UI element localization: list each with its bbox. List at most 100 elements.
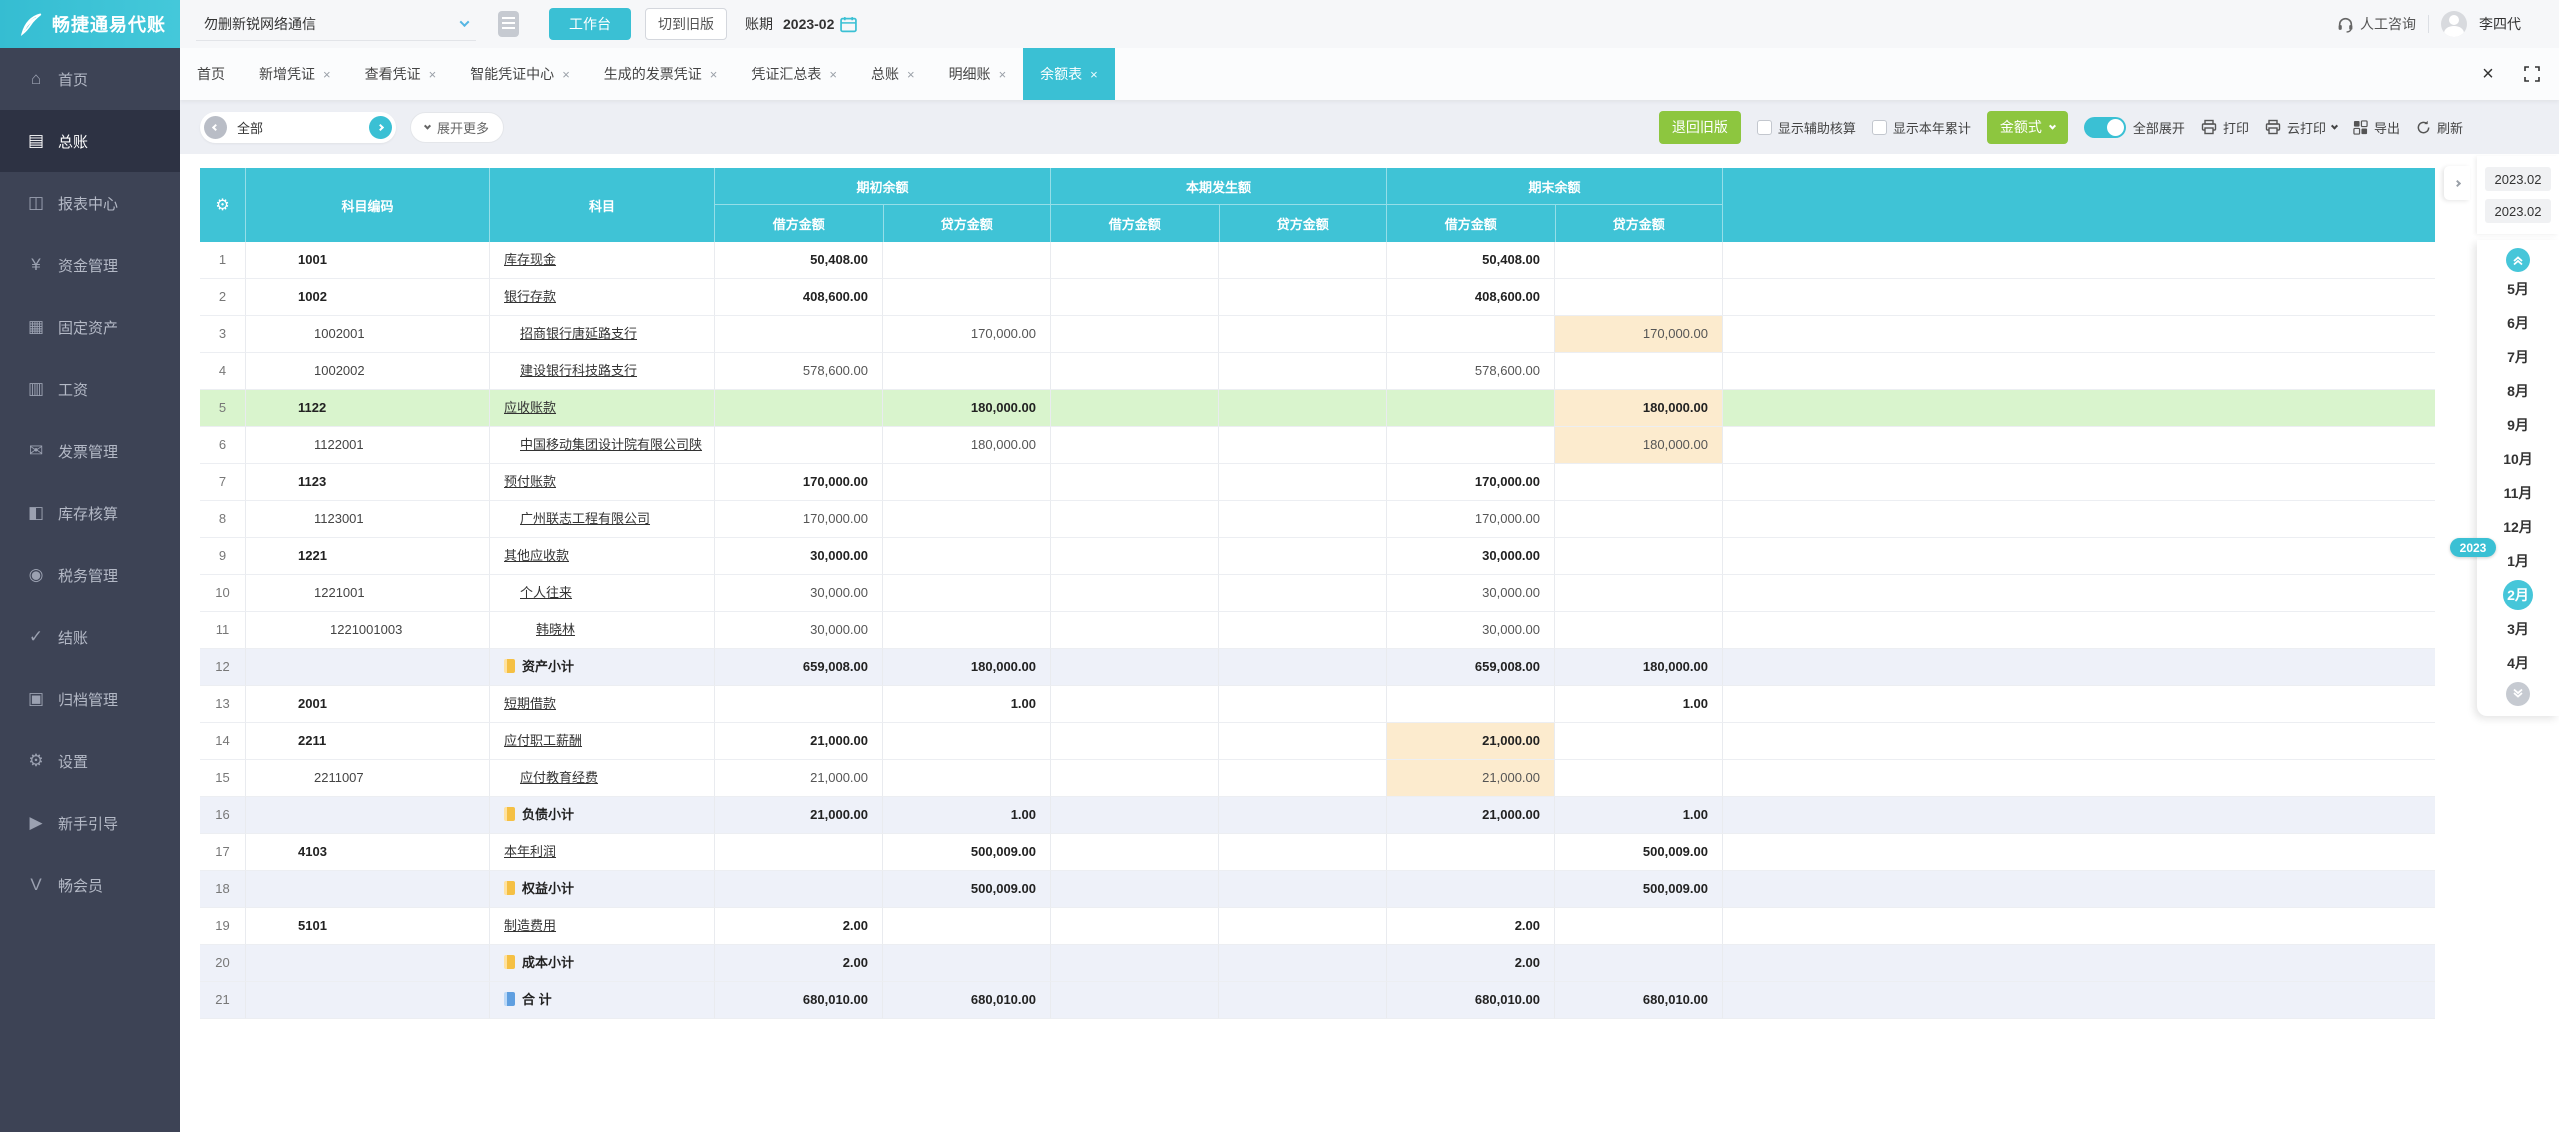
sidebar-item-设置[interactable]: ⚙ 设置 (0, 730, 180, 792)
period-value[interactable]: 2023-02 (783, 16, 834, 32)
tab-查看凭证[interactable]: 查看凭证 (348, 48, 454, 100)
month-item-5月[interactable]: 5月 (2477, 272, 2559, 306)
refresh-button[interactable]: 刷新 (2416, 118, 2463, 137)
close-icon[interactable] (2475, 61, 2501, 87)
sidebar-item-库存核算[interactable]: ◧ 库存核算 (0, 482, 180, 544)
table-row[interactable]: 16 负债小计 21,000.00 1.00 21,000.00 1.00 (200, 797, 2435, 834)
scroll-months-down-button[interactable] (2506, 682, 2530, 706)
month-item-9月[interactable]: 9月 (2477, 408, 2559, 442)
account-name-link[interactable]: 本年利润 (504, 844, 556, 859)
certificate-icon[interactable] (498, 11, 519, 37)
table-row[interactable]: 5 1122 应收账款 180,000.00 180,000.00 (200, 390, 2435, 427)
tab-close-icon[interactable] (323, 68, 331, 81)
tab-明细账[interactable]: 明细账 (932, 48, 1024, 100)
month-item-10月[interactable]: 10月 (2477, 442, 2559, 476)
tab-新增凭证[interactable]: 新增凭证 (242, 48, 348, 100)
month-item-11月[interactable]: 11月 (2477, 476, 2559, 510)
tab-智能凭证中心[interactable]: 智能凭证中心 (453, 48, 587, 100)
company-select[interactable]: 勿删新锐网络通信 (196, 7, 476, 41)
month-item-7月[interactable]: 7月 (2477, 340, 2559, 374)
account-name-link[interactable]: 其他应收款 (504, 548, 569, 563)
account-name-link[interactable]: 韩晓林 (536, 622, 575, 637)
table-row[interactable]: 17 4103 本年利润 500,009.00 500,009.00 (200, 834, 2435, 871)
table-row[interactable]: 4 1002002 建设银行科技路支行 578,600.00 578,600.00 (200, 353, 2435, 390)
sidebar-item-结账[interactable]: ✓ 结账 (0, 606, 180, 668)
account-name-link[interactable]: 库存现金 (504, 252, 556, 267)
account-name-link[interactable]: 广州联志工程有限公司 (520, 511, 650, 526)
table-row[interactable]: 21 合 计 680,010.00 680,010.00 680,010.00 680,0… (200, 982, 2435, 1019)
export-button[interactable]: 导出 (2353, 118, 2400, 137)
table-row[interactable]: 2 1002 银行存款 408,600.00 408,600.00 (200, 279, 2435, 316)
show-aux-accounting-checkbox[interactable]: 显示辅助核算 (1756, 118, 1856, 137)
sidebar-item-畅会员[interactable]: V 畅会员 (0, 854, 180, 916)
table-row[interactable]: 8 1123001 广州联志工程有限公司 170,000.00 170,000.00 (200, 501, 2435, 538)
tab-close-icon[interactable] (562, 68, 570, 81)
sidebar-item-工资[interactable]: ▥ 工资 (0, 358, 180, 420)
tab-首页[interactable]: 首页 (180, 48, 242, 100)
month-item-2月[interactable]: 2月 (2477, 578, 2559, 612)
tab-总账[interactable]: 总账 (854, 48, 932, 100)
sidebar-item-首页[interactable]: ⌂ 首页 (0, 48, 180, 110)
tab-close-icon[interactable] (710, 68, 718, 81)
workbench-button[interactable]: 工作台 (549, 8, 631, 40)
account-name-link[interactable]: 短期借款 (504, 696, 556, 711)
table-row[interactable]: 6 1122001 中国移动集团设计院有限公司陕 180,000.00 180,000.… (200, 427, 2435, 464)
print-button[interactable]: 打印 (2201, 118, 2249, 137)
sidebar-item-固定资产[interactable]: ▦ 固定资产 (0, 296, 180, 358)
account-name-link[interactable]: 应付教育经费 (520, 770, 598, 785)
table-row[interactable]: 12 资产小计 659,008.00 180,000.00 659,008.00 180,… (200, 649, 2435, 686)
sidebar-item-税务管理[interactable]: ◉ 税务管理 (0, 544, 180, 606)
scroll-months-up-button[interactable] (2506, 248, 2530, 272)
avatar[interactable] (2441, 11, 2467, 37)
account-name-link[interactable]: 个人往来 (520, 585, 572, 600)
month-item-6月[interactable]: 6月 (2477, 306, 2559, 340)
table-row[interactable]: 7 1123 预付账款 170,000.00 170,000.00 (200, 464, 2435, 501)
scope-filter[interactable]: 全部 (200, 111, 396, 143)
cloud-print-button[interactable]: 云打印 (2265, 118, 2339, 137)
tab-close-icon[interactable] (907, 68, 915, 81)
expand-all-toggle[interactable] (2083, 116, 2126, 138)
tab-close-icon[interactable] (999, 68, 1007, 81)
checkbox-icon[interactable] (1756, 119, 1772, 135)
table-row[interactable]: 13 2001 短期借款 1.00 1.00 (200, 686, 2435, 723)
expand-more-button[interactable]: 展开更多 (410, 111, 505, 143)
period-to[interactable]: 2023.02 (2485, 199, 2551, 223)
period-from[interactable]: 2023.02 (2485, 167, 2551, 191)
chevron-left-icon[interactable] (204, 115, 227, 139)
period-panel-collapse-button[interactable] (2444, 166, 2470, 200)
calendar-icon[interactable] (840, 16, 858, 33)
sidebar-item-资金管理[interactable]: ¥ 资金管理 (0, 234, 180, 296)
amount-style-button[interactable]: 金额式 (1986, 110, 2068, 144)
account-name-link[interactable]: 中国移动集团设计院有限公司陕 (520, 437, 702, 452)
show-ytd-checkbox[interactable]: 显示本年累计 (1871, 118, 1971, 137)
sidebar-item-新手引导[interactable]: ▶ 新手引导 (0, 792, 180, 854)
month-item-8月[interactable]: 8月 (2477, 374, 2559, 408)
user-name[interactable]: 李四代 (2479, 14, 2521, 34)
table-row[interactable]: 1 1001 库存现金 50,408.00 50,408.00 (200, 242, 2435, 279)
table-row[interactable]: 11 1221001003 韩晓林 30,000.00 30,000.00 (200, 612, 2435, 649)
month-item-3月[interactable]: 3月 (2477, 612, 2559, 646)
tab-余额表[interactable]: 余额表 (1023, 48, 1115, 100)
gear-icon[interactable] (215, 195, 229, 215)
tab-close-icon[interactable] (829, 68, 837, 81)
account-name-link[interactable]: 建设银行科技路支行 (520, 363, 637, 378)
table-row[interactable]: 10 1221001 个人往来 30,000.00 30,000.00 (200, 575, 2435, 612)
chevron-right-icon[interactable] (369, 115, 392, 139)
account-name-link[interactable]: 银行存款 (504, 289, 556, 304)
back-old-version-button[interactable]: 退回旧版 (1658, 110, 1741, 144)
table-row[interactable]: 9 1221 其他应收款 30,000.00 30,000.00 (200, 538, 2435, 575)
account-name-link[interactable]: 招商银行唐延路支行 (520, 326, 637, 341)
tab-close-icon[interactable] (1090, 68, 1098, 81)
table-settings-cell[interactable] (200, 168, 246, 242)
month-item-4月[interactable]: 4月 (2477, 646, 2559, 680)
sidebar-item-报表中心[interactable]: ◫ 报表中心 (0, 172, 180, 234)
account-name-link[interactable]: 制造费用 (504, 918, 556, 933)
switch-old-version-button[interactable]: 切到旧版 (645, 8, 727, 40)
fullscreen-icon[interactable] (2519, 61, 2545, 87)
tab-凭证汇总表[interactable]: 凭证汇总表 (734, 48, 854, 100)
table-row[interactable]: 14 2211 应付职工薪酬 21,000.00 21,000.00 (200, 723, 2435, 760)
support-button[interactable]: 人工咨询 (2337, 14, 2416, 34)
sidebar-item-发票管理[interactable]: ✉ 发票管理 (0, 420, 180, 482)
sidebar-item-总账[interactable]: ▤ 总账 (0, 110, 180, 172)
checkbox-icon[interactable] (1871, 119, 1887, 135)
